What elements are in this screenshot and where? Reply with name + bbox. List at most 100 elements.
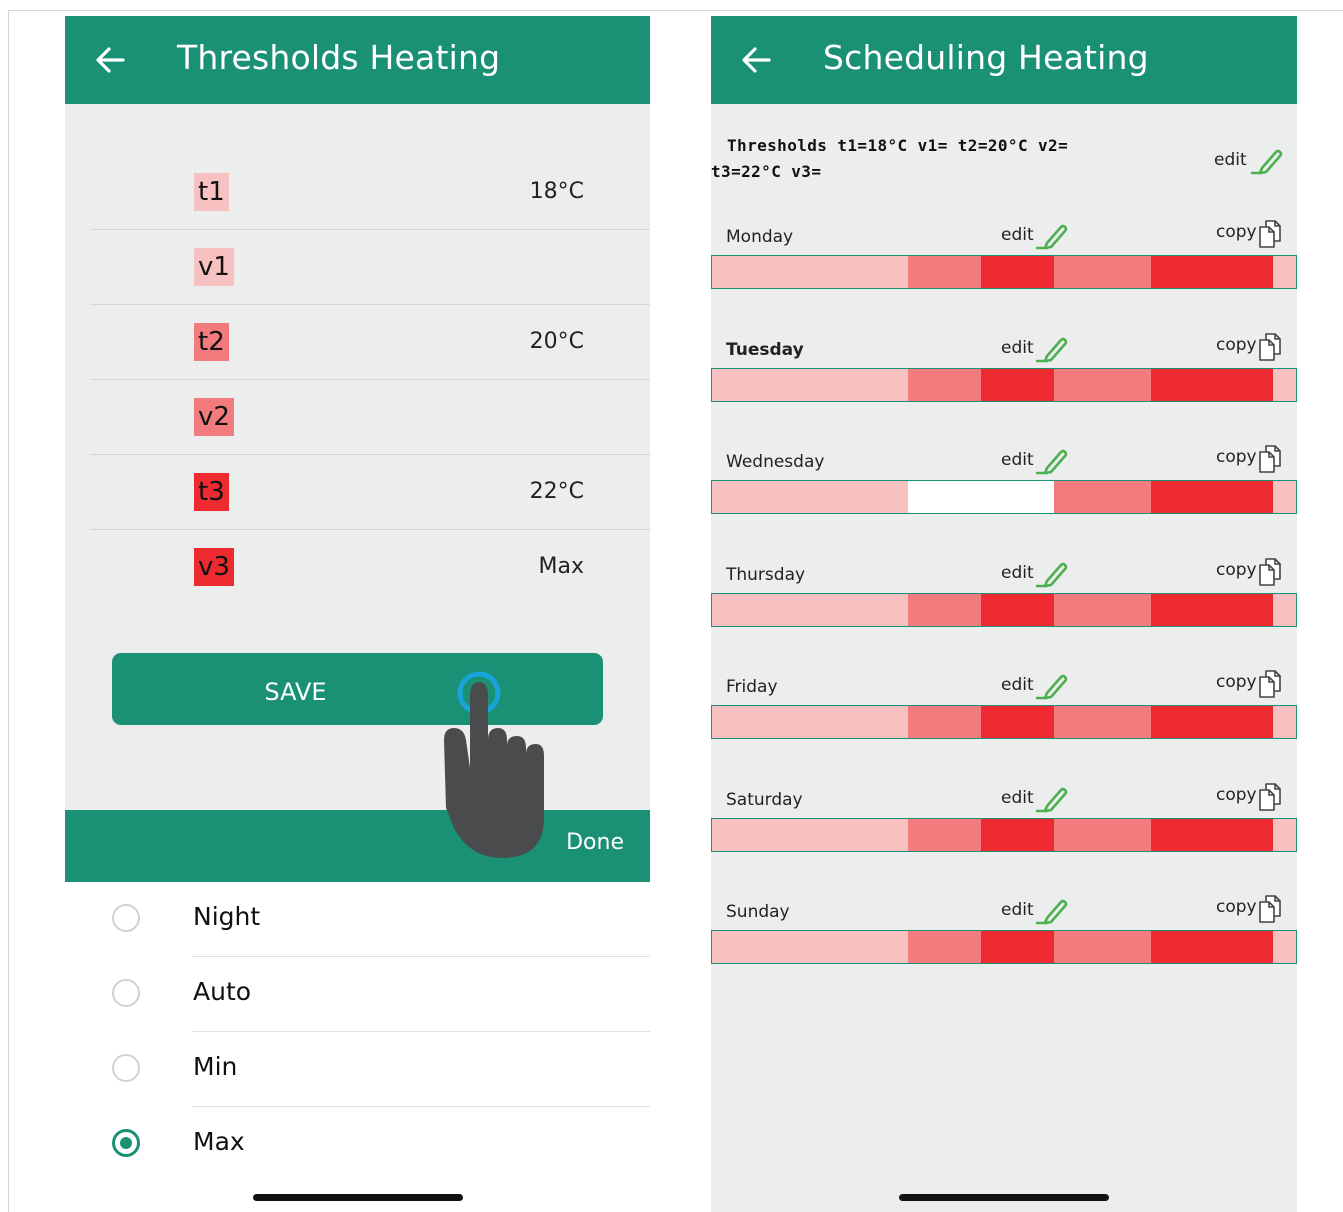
threshold-row-t2[interactable]: t2 20°C [90, 304, 650, 380]
schedule-segment[interactable] [981, 818, 1054, 851]
edit-day-button[interactable]: edit [1001, 673, 1081, 701]
schedule-segment[interactable] [1054, 368, 1151, 401]
edit-day-button[interactable]: edit [1001, 336, 1081, 364]
schedule-segment[interactable] [712, 368, 810, 401]
radio-button[interactable] [112, 979, 140, 1007]
schedule-segment[interactable] [1273, 593, 1296, 626]
copy-day-button[interactable]: copy [1216, 332, 1288, 364]
frame-line [8, 10, 9, 1212]
mode-option-max[interactable]: Max [65, 1107, 650, 1182]
schedule-segment[interactable] [981, 368, 1054, 401]
schedule-segment[interactable] [1273, 368, 1296, 401]
schedule-segment[interactable] [810, 368, 908, 401]
schedule-segment[interactable] [810, 593, 908, 626]
day-name: Tuesday [726, 339, 804, 360]
radio-button[interactable] [112, 1054, 140, 1082]
copy-day-button[interactable]: copy [1216, 557, 1288, 589]
schedule-segment[interactable] [1151, 818, 1273, 851]
day-schedule-bar [711, 480, 1297, 514]
day-row-thursday: Thursday edit copy [711, 551, 1297, 663]
back-arrow-icon[interactable] [93, 40, 129, 80]
pencil-icon [1035, 562, 1068, 587]
radio-button[interactable] [112, 904, 140, 932]
copy-day-button[interactable]: copy [1216, 782, 1288, 814]
schedule-segment[interactable] [908, 931, 981, 963]
edit-day-button[interactable]: edit [1001, 786, 1081, 814]
mode-option-night[interactable]: Night [65, 882, 650, 957]
schedule-segment[interactable] [981, 706, 1054, 738]
copy-day-button[interactable]: copy [1216, 669, 1288, 701]
schedule-segment[interactable] [1273, 931, 1296, 963]
threshold-row-v2[interactable]: v2 [90, 379, 650, 455]
schedule-segment[interactable] [1151, 256, 1273, 288]
mode-option-min[interactable]: Min [65, 1032, 650, 1107]
copy-day-button[interactable]: copy [1216, 894, 1288, 926]
schedule-segment[interactable] [712, 256, 810, 288]
schedule-segment[interactable] [1054, 593, 1151, 626]
edit-label: edit [1001, 900, 1034, 920]
threshold-row-v1[interactable]: v1 [90, 229, 650, 305]
edit-day-button[interactable]: edit [1001, 448, 1081, 476]
radio-button[interactable] [112, 1129, 140, 1157]
edit-day-button[interactable]: edit [1001, 561, 1081, 589]
schedule-segment[interactable] [810, 481, 908, 513]
schedule-segment[interactable] [712, 931, 810, 963]
schedule-segment[interactable] [1273, 256, 1296, 288]
schedule-segment[interactable] [981, 481, 1054, 513]
schedule-segment[interactable] [712, 706, 810, 738]
threshold-value[interactable]: Max [539, 548, 584, 586]
day-schedule-bar [711, 705, 1297, 739]
day-row-tuesday: Tuesday edit copy [711, 326, 1297, 438]
schedule-segment[interactable] [1151, 706, 1273, 738]
schedule-segment[interactable] [908, 256, 981, 288]
schedule-segment[interactable] [908, 593, 981, 626]
schedule-segment[interactable] [712, 818, 810, 851]
schedule-segment[interactable] [810, 256, 908, 288]
schedule-segment[interactable] [981, 256, 1054, 288]
schedule-segment[interactable] [1054, 818, 1151, 851]
mode-option-label: Night [193, 902, 261, 931]
schedule-segment[interactable] [1151, 481, 1273, 513]
schedule-segment[interactable] [1054, 706, 1151, 738]
schedule-segment[interactable] [1273, 481, 1296, 513]
app-bar: Scheduling Heating [711, 16, 1297, 104]
schedule-segment[interactable] [1151, 931, 1273, 963]
save-button-label: SAVE [264, 678, 327, 706]
schedule-segment[interactable] [810, 931, 908, 963]
day-schedule-bar [711, 367, 1297, 402]
threshold-row-v3[interactable]: v3 Max [90, 529, 650, 604]
threshold-value[interactable]: 22°C [530, 473, 584, 511]
threshold-row-t1[interactable]: t1 18°C [90, 154, 650, 230]
back-arrow-icon[interactable] [739, 40, 775, 80]
schedule-segment[interactable] [981, 593, 1054, 626]
edit-day-button[interactable]: edit [1001, 223, 1081, 251]
edit-thresholds-button[interactable]: edit [1214, 148, 1294, 176]
schedule-segment[interactable] [908, 481, 981, 513]
mode-option-auto[interactable]: Auto [65, 957, 650, 1032]
schedule-segment[interactable] [1273, 818, 1296, 851]
schedule-segment[interactable] [908, 706, 981, 738]
schedule-segment[interactable] [810, 706, 908, 738]
edit-day-button[interactable]: edit [1001, 898, 1081, 926]
threshold-value[interactable]: 20°C [530, 323, 584, 361]
schedule-segment[interactable] [810, 818, 908, 851]
thresholds-screen: Thresholds Heating t1 18°C v1 t2 20°C v2 t3 22°… [65, 16, 650, 1212]
schedule-segment[interactable] [1054, 481, 1151, 513]
schedule-segment[interactable] [981, 931, 1054, 963]
schedule-segment[interactable] [1151, 368, 1273, 401]
done-button[interactable]: Done [566, 830, 624, 855]
copy-day-button[interactable]: copy [1216, 219, 1288, 251]
schedule-segment[interactable] [712, 481, 810, 513]
pencil-icon [1035, 787, 1068, 812]
schedule-segment[interactable] [1054, 256, 1151, 288]
schedule-segment[interactable] [1054, 931, 1151, 963]
schedule-segment[interactable] [1273, 706, 1296, 738]
schedule-segment[interactable] [712, 593, 810, 626]
edit-label: edit [1001, 787, 1034, 808]
schedule-segment[interactable] [908, 818, 981, 851]
threshold-value[interactable]: 18°C [530, 173, 584, 211]
schedule-segment[interactable] [1151, 593, 1273, 626]
threshold-row-t3[interactable]: t3 22°C [90, 454, 650, 530]
copy-day-button[interactable]: copy [1216, 444, 1288, 476]
schedule-segment[interactable] [908, 368, 981, 401]
